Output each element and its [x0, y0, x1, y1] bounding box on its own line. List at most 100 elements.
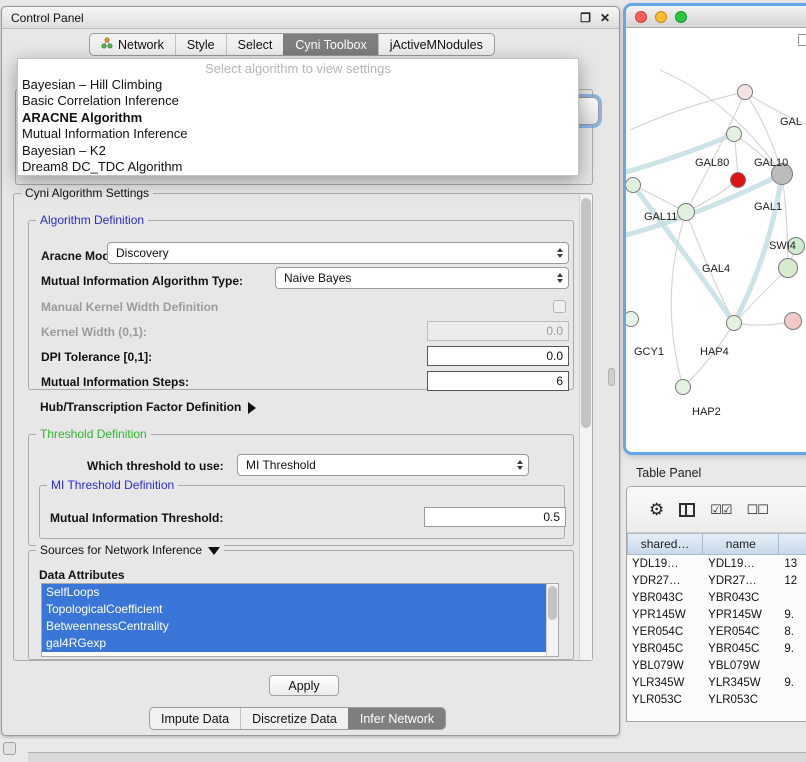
table-row[interactable]: YER054CYER054C8.: [627, 623, 806, 640]
panel-handle-icon[interactable]: [3, 742, 16, 755]
table-cell: YDR27…: [703, 575, 779, 587]
attribute-item-selfloops[interactable]: SelfLoops: [42, 584, 546, 601]
tab-label: jActiveMNodules: [390, 38, 483, 52]
mi-steps-field[interactable]: 6: [427, 371, 569, 391]
table-cell: 8.: [779, 626, 806, 638]
column-header-name[interactable]: name: [703, 533, 779, 555]
network-edge: [630, 92, 745, 130]
network-tab-icon: [101, 37, 113, 52]
network-node[interactable]: [778, 258, 798, 278]
table-panel-window: ⚙ ☑☑ ☐☐ shared…name YDL19…YDL19…13YDR27……: [626, 486, 806, 722]
table-row[interactable]: YBR043CYBR043C: [627, 589, 806, 606]
network-node[interactable]: [675, 379, 691, 395]
table-row[interactable]: YPR145WYPR145W9.: [627, 606, 806, 623]
tab-style[interactable]: Style: [175, 34, 226, 55]
tab-cyni-toolbox[interactable]: Cyni Toolbox: [283, 34, 377, 55]
table-row[interactable]: YBR045CYBR045C9.: [627, 640, 806, 657]
network-node[interactable]: [737, 84, 753, 100]
column-header-shared[interactable]: shared…: [627, 533, 703, 555]
dpi-tolerance-field[interactable]: 0.0: [427, 346, 569, 366]
settings-scrollbar[interactable]: [579, 195, 592, 660]
mi-type-combobox[interactable]: Naive Bayes: [275, 267, 569, 289]
tab-infer-network[interactable]: Infer Network: [348, 708, 445, 729]
attribute-item-gal4rgexp[interactable]: gal4RGexp: [42, 635, 546, 652]
algorithm-option-dream8-dc-tdc-algorithm[interactable]: Dream8 DC_TDC Algorithm: [18, 159, 578, 175]
select-all-icon[interactable]: ☑☑: [710, 502, 731, 518]
sources-title-label: Sources for Network Inference: [40, 543, 202, 557]
table-row[interactable]: YDR27…YDR27…12: [627, 572, 806, 589]
table-cell: YPR145W: [703, 609, 779, 621]
threshold-definition-title: Threshold Definition: [36, 427, 151, 441]
network-edge: [734, 268, 788, 323]
attribute-list-scrollbar[interactable]: [546, 584, 558, 657]
network-node[interactable]: [726, 126, 742, 142]
kernel-width-value: 0.0: [546, 324, 563, 338]
settings-scrollbar-thumb[interactable]: [581, 198, 591, 428]
data-attributes-list[interactable]: SelfLoopsTopologicalCoefficientBetweenne…: [41, 583, 559, 657]
canvas-corner-button[interactable]: [798, 34, 806, 46]
which-threshold-combobox[interactable]: MI Threshold: [237, 454, 529, 476]
mi-threshold-field[interactable]: 0.5: [424, 507, 566, 527]
tab-discretize-data[interactable]: Discretize Data: [240, 708, 348, 729]
control-panel-titlebar[interactable]: Control Panel ❐ ✕: [2, 7, 619, 29]
table-cell: 13: [779, 558, 806, 570]
column-header-extra[interactable]: [779, 533, 806, 555]
algorithm-option-aracne-algorithm[interactable]: ARACNE Algorithm: [18, 110, 578, 126]
table-cell: 9.: [779, 677, 806, 689]
table-cell: YLR345W: [703, 677, 779, 689]
aracne-mode-combobox[interactable]: Discovery: [107, 242, 569, 264]
table-row[interactable]: YLR053CYLR053C: [627, 691, 806, 708]
attribute-item-betweennesscentrality[interactable]: BetweennessCentrality: [42, 618, 546, 635]
kernel-width-field[interactable]: 0.0: [427, 321, 569, 341]
algorithm-option-mutual-information-inference[interactable]: Mutual Information Inference: [18, 126, 578, 142]
network-canvas[interactable]: GAL80GAL10GAL11GAL1SWI4GAL4GCY1HAP4HAP2G…: [626, 28, 806, 452]
which-threshold-label: Which threshold to use:: [87, 459, 224, 473]
collapse-arrow-icon: [208, 547, 220, 555]
table-row[interactable]: YBL079WYBL079W: [627, 657, 806, 674]
minimize-traffic-light-icon[interactable]: [655, 11, 667, 23]
tab-impute-data[interactable]: Impute Data: [150, 708, 240, 729]
hub-section-toggle[interactable]: Hub/Transcription Factor Definition: [40, 400, 256, 414]
attribute-item-topologicalcoefficient[interactable]: TopologicalCoefficient: [42, 601, 546, 618]
network-window-titlebar[interactable]: [626, 6, 806, 28]
table-row[interactable]: YLR345WYLR345W9.: [627, 674, 806, 691]
threshold-definition-group: Threshold Definition Which threshold to …: [28, 434, 574, 546]
tab-network[interactable]: Network: [90, 34, 175, 55]
attribute-list-scrollbar-thumb[interactable]: [548, 586, 557, 620]
tab-jactivemnodules[interactable]: jActiveMNodules: [378, 34, 494, 55]
table-cell: 9.: [779, 609, 806, 621]
algorithm-option-bayesian-hill-climbing[interactable]: Bayesian – Hill Climbing: [18, 77, 578, 93]
control-panel-window: Control Panel ❐ ✕ Network StyleSelectCyni…: [1, 6, 620, 736]
network-node[interactable]: [726, 315, 742, 331]
splitter-handle[interactable]: [608, 368, 615, 386]
node-label-gal11: GAL11: [644, 211, 677, 223]
column-settings-icon[interactable]: [679, 503, 695, 517]
close-panel-icon[interactable]: ✕: [600, 11, 610, 25]
gear-icon[interactable]: ⚙: [649, 501, 664, 518]
mi-steps-label: Mutual Information Steps:: [41, 375, 189, 389]
network-node[interactable]: [730, 172, 746, 188]
float-panel-icon[interactable]: ❐: [580, 11, 591, 25]
bottom-panel-edge: [28, 752, 806, 762]
manual-kernel-checkbox[interactable]: [553, 300, 566, 313]
sources-title[interactable]: Sources for Network Inference: [36, 543, 224, 557]
hub-section-label: Hub/Transcription Factor Definition: [40, 400, 241, 414]
table-cell: 9.: [779, 643, 806, 655]
algorithm-option-basic-correlation-inference[interactable]: Basic Correlation Inference: [18, 93, 578, 109]
table-cell: YDR27…: [627, 575, 703, 587]
dpi-tolerance-value: 0.0: [546, 349, 563, 363]
table-cell: YBR043C: [703, 592, 779, 604]
tab-label: Network: [118, 38, 164, 52]
algorithm-option-bayesian-k2[interactable]: Bayesian – K2: [18, 143, 578, 159]
network-node[interactable]: [677, 203, 695, 221]
mi-type-label: Mutual Information Algorithm Type:: [41, 274, 243, 288]
tab-select[interactable]: Select: [226, 34, 284, 55]
deselect-all-icon[interactable]: ☐☐: [747, 502, 768, 518]
network-node[interactable]: [784, 312, 802, 330]
close-traffic-light-icon[interactable]: [635, 11, 647, 23]
node-label-gal4: GAL4: [702, 263, 730, 275]
apply-button[interactable]: Apply: [269, 675, 339, 696]
table-header-row: shared…name: [627, 533, 806, 555]
zoom-traffic-light-icon[interactable]: [675, 11, 687, 23]
table-row[interactable]: YDL19…YDL19…13: [627, 555, 806, 572]
